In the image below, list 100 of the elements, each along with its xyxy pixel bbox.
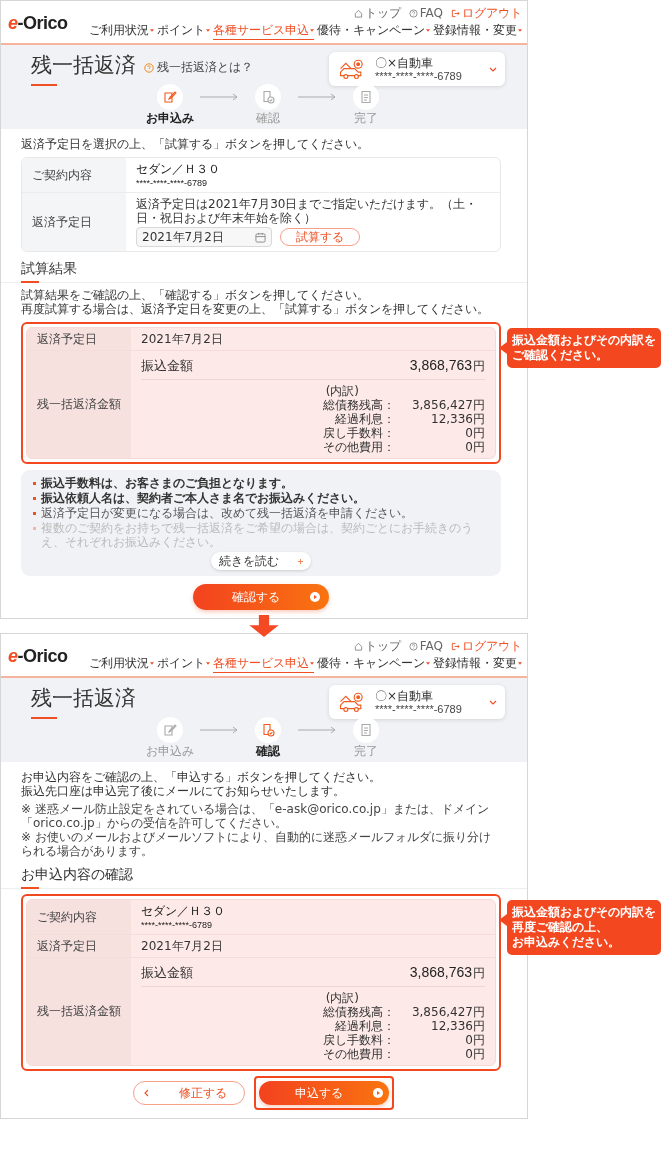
contract-number: ****-****-****-6789: [136, 178, 209, 188]
breakdown-value: 3,856,427円: [410, 1005, 485, 1019]
step-arrow: [297, 93, 337, 101]
callout: 振込金額およびその内訳を 再度ご確認の上、 お申込みください。: [507, 900, 661, 955]
note-text: 振込依頼人名は、契約者ご本人さま名でお振込みください。: [41, 491, 365, 505]
contract-name: 〇×自動車: [375, 689, 435, 703]
pencil-document-icon: [163, 90, 177, 104]
pencil-document-icon: [163, 723, 177, 737]
contract-model: セダン／Ｈ３０: [136, 162, 221, 176]
document-check-icon: [261, 90, 275, 104]
contract-number: ****-****-****-6789: [375, 70, 463, 82]
notice-text: ※ お使いのメールおよびメールソフトにより、自動的に迷惑メールフォルダに振り分けられる場合があります。: [21, 830, 492, 858]
breakdown-label: その他費用：: [322, 1047, 395, 1061]
back-button[interactable]: 修正する: [133, 1081, 245, 1105]
breakdown-value: 0円: [464, 440, 485, 454]
help-link[interactable]: 残一括返済とは？: [144, 59, 253, 76]
instruction-text: お申込内容をご確認の上、「申込する」ボタンを押してください。: [21, 770, 382, 784]
row-label: 返済予定日: [22, 193, 126, 251]
caret-icon: [426, 29, 430, 32]
date-note: 返済予定日は2021年7月30日までご指定いただけます。（土・日・祝日および年末年始を除く）: [136, 197, 479, 225]
breakdown-value: 12,336円: [430, 1019, 485, 1033]
calculate-button[interactable]: 試算する: [280, 228, 360, 246]
top-link[interactable]: FAQ: [408, 639, 443, 654]
date-field[interactable]: 2021年7月2日: [136, 227, 272, 247]
breakdown-label: 戻し手数料：: [322, 1033, 395, 1047]
section-heading: お申込内容の確認: [21, 866, 133, 882]
chevron-down-icon: [489, 699, 497, 705]
currency-unit: 円: [473, 358, 485, 375]
contract-name: 〇×自動車: [375, 56, 435, 70]
row-label: 残一括返済金額: [27, 351, 131, 458]
caret-icon: [206, 662, 210, 665]
caret-icon: [518, 29, 522, 32]
logout-icon: [451, 9, 460, 18]
instruction-text: 返済予定日を選択の上、「試算する」ボタンを押してください。: [21, 137, 370, 151]
notice-text: ※ 迷惑メール防止設定をされている場合は、「e-ask@orico.co.jp」または、ドメイン「orico.co.jp」からの受信を許可してください。: [21, 802, 490, 830]
step-arrow: [199, 93, 239, 101]
nav-item[interactable]: 登録情報・変更: [433, 656, 522, 673]
step-label: 確認: [256, 111, 280, 125]
bullet-icon: [33, 482, 36, 485]
breakdown-label: 総債務残高：: [322, 398, 395, 412]
breakdown-value: 3,856,427円: [410, 398, 485, 412]
top-link[interactable]: トップ: [353, 639, 401, 654]
step-label: お申込み: [146, 111, 194, 125]
breakdown-label: 総債務残高：: [322, 1005, 395, 1019]
instruction-text: 試算結果をご確認の上、「確認する」ボタンを押してください。: [21, 288, 370, 302]
chevron-left-icon: [144, 1089, 149, 1097]
breakdown-label: その他費用：: [322, 440, 395, 454]
step-arrow: [199, 726, 239, 734]
caret-icon: [426, 662, 430, 665]
bullet-icon: [33, 497, 36, 500]
nav-item[interactable]: 各種サービス申込: [213, 656, 314, 673]
home-icon: [353, 9, 363, 18]
contract-number: ****-****-****-6789: [141, 920, 214, 930]
contract-model: セダン／Ｈ３０: [141, 904, 226, 918]
breakdown-label: 戻し手数料：: [322, 426, 395, 440]
contract-selector[interactable]: 〇×自動車 ****-****-****-6789: [329, 685, 505, 719]
logo[interactable]: e-Orico: [8, 12, 68, 34]
amount-label: 振込金額: [141, 357, 194, 375]
nav-item[interactable]: 登録情報・変更: [433, 23, 522, 40]
note-text: 振込手数料は、お客さまのご負担となります。: [41, 476, 293, 490]
caret-icon: [150, 29, 154, 32]
nav-item[interactable]: ポイント: [157, 23, 210, 40]
page-title: 残一括返済: [31, 52, 136, 78]
top-link[interactable]: ログアウト: [451, 639, 522, 654]
logo[interactable]: e-Orico: [8, 645, 68, 667]
caret-icon: [518, 662, 522, 665]
caret-icon: [206, 29, 210, 32]
chevron-down-icon: [489, 66, 497, 72]
row-label: 返済予定日: [27, 935, 131, 957]
document-icon: [359, 723, 373, 737]
nav-item[interactable]: ご利用状況: [89, 23, 154, 40]
contract-selector[interactable]: 〇×自動車 ****-****-****-6789: [329, 52, 505, 86]
caret-icon: [310, 662, 314, 665]
step-label: 完了: [354, 744, 378, 758]
amount-value: 3,868,763: [409, 964, 472, 980]
nav-item[interactable]: ポイント: [157, 656, 210, 673]
top-link[interactable]: ログアウト: [451, 6, 522, 21]
nav-item[interactable]: ご利用状況: [89, 656, 154, 673]
breakdown-title: (内訳): [324, 384, 360, 398]
down-arrow: [249, 615, 279, 637]
read-more-button[interactable]: 続きを読む: [211, 552, 311, 570]
nav-item[interactable]: 各種サービス申込: [213, 23, 314, 40]
nav-item[interactable]: 優待・キャンペーン: [317, 656, 430, 673]
breakdown-label: 経過利息：: [334, 412, 395, 426]
top-link[interactable]: FAQ: [408, 6, 443, 21]
arrow-circle-icon: [373, 1088, 383, 1098]
title-underline: [31, 84, 57, 86]
plus-icon: [296, 557, 304, 565]
step-arrow: [297, 726, 337, 734]
amount-label: 振込金額: [141, 964, 194, 982]
top-link[interactable]: トップ: [353, 6, 401, 21]
title-underline: [31, 717, 57, 719]
step-label: 完了: [354, 111, 378, 125]
nav-item[interactable]: 優待・キャンペーン: [317, 23, 430, 40]
help-icon: [408, 642, 418, 651]
document-icon: [359, 90, 373, 104]
step-label: 確認: [256, 744, 280, 758]
callout: 振込金額およびその内訳を ご確認ください。: [507, 328, 661, 368]
logout-icon: [451, 642, 460, 651]
breakdown-value: 12,336円: [430, 412, 485, 426]
